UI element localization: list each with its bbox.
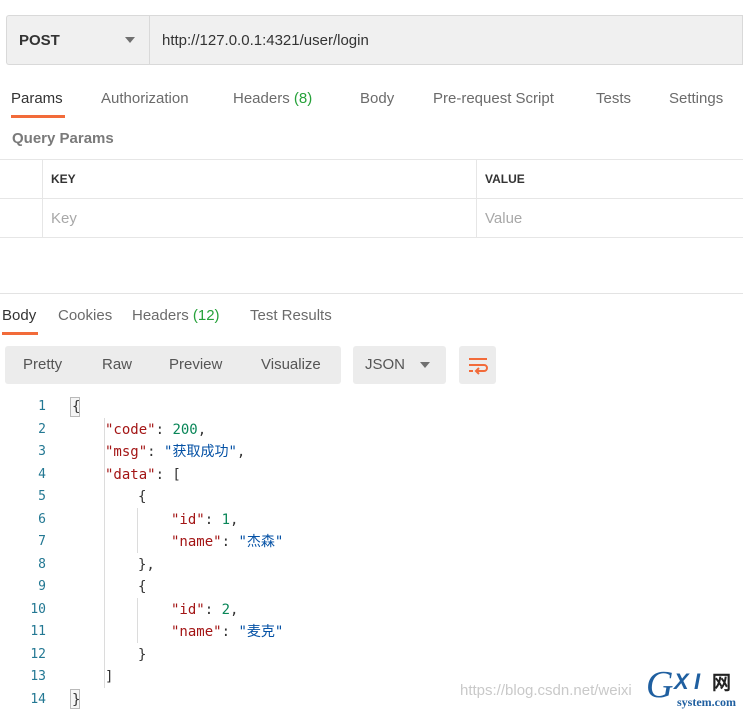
code-line: 8}, [0,554,743,577]
line-number: 7 [38,534,46,549]
response-tab-body[interactable]: Body [2,299,39,335]
headers-count: (8) [293,90,313,107]
tab-body[interactable]: Body [360,82,394,118]
code-line: 6 "id": 1, [0,509,743,532]
value-column-header: VALUE [485,172,525,186]
code-line: 9{ [0,576,743,599]
method-select[interactable]: POST [6,15,149,65]
code-text: { [138,489,147,505]
key-input[interactable]: Key [43,199,477,237]
code-line: 4 "data": [ [0,464,743,487]
wrap-lines-icon [468,358,488,375]
code-line: 2 "code": 200, [0,419,743,442]
code-lines: 1{2 "code": 200, 3 "msg": "获取成功", 4 "data": [… [0,396,743,711]
code-line: 11 "name": "麦克" [0,621,743,644]
code-text: } [138,646,147,663]
line-number: 2 [38,421,46,437]
tab-headers[interactable]: Headers (8) [233,82,312,118]
line-number: 1 [38,399,46,414]
response-tab-test-results[interactable]: Test Results [250,299,332,335]
code-line: 7 "name": "杰森" [0,531,743,554]
response-body-editor[interactable]: 1{2 "code": 200, 3 "msg": "获取成功", 4 "data": [… [0,396,743,711]
key-column-header: KEY [51,172,76,186]
checkbox-column [0,160,43,198]
method-label: POST [19,31,60,49]
tab-authorization[interactable]: Authorization [101,82,189,118]
value-placeholder: Value [485,209,523,227]
tab-pre-request-script[interactable]: Pre-request Script [433,82,554,118]
url-input[interactable]: http://127.0.0.1:4321/user/login [149,15,743,65]
code-line: 12} [0,644,743,667]
line-number: 4 [38,466,46,482]
view-mode-group: Pretty Raw Preview Visualize [5,346,341,384]
code-text: "id": 2, [171,601,239,618]
line-number: 11 [30,624,46,639]
code-text: } [72,691,81,708]
row-checkbox-cell [0,199,43,237]
line-number: 13 [30,669,46,684]
code-text: }, [138,556,155,573]
code-text: "msg": "获取成功", [105,444,246,460]
line-number: 3 [38,444,46,459]
code-line: 1{ [0,396,743,419]
format-select[interactable]: JSON [353,346,446,384]
format-label: JSON [365,356,406,373]
line-number: 8 [38,556,46,572]
chevron-down-icon [420,362,430,368]
visualize-button[interactable]: Visualize [261,346,321,384]
raw-button[interactable]: Raw [102,346,132,384]
value-input[interactable]: Value [477,199,743,237]
response-headers-count: (12) [192,307,220,324]
code-text: ] [105,669,114,685]
request-tabs: Params Authorization Headers (8) Body Pr… [0,82,743,118]
tab-tests[interactable]: Tests [596,82,631,118]
key-placeholder: Key [51,209,77,227]
table-row: Key Value [0,199,743,238]
pane-divider[interactable] [0,293,743,294]
gxi-logo-icon: G X I 网 system.com [646,664,736,709]
request-bar: POST http://127.0.0.1:4321/user/login [6,15,743,65]
svg-text:网: 网 [712,672,731,694]
line-number: 10 [30,601,46,617]
watermark-text: https://blog.csdn.net/weixi [460,682,632,699]
svg-text:G: G [646,664,673,706]
table-header-row: KEY VALUE [0,160,743,199]
line-number: 14 [30,691,46,707]
svg-text:I: I [694,669,701,694]
wrap-lines-button[interactable] [459,346,496,384]
code-line: 3 "msg": "获取成功", [0,441,743,464]
code-text: { [72,399,81,415]
site-logo: G X I 网 system.com [644,664,743,711]
chevron-down-icon [125,37,135,43]
code-text: "name": "杰森" [171,534,284,550]
tab-params[interactable]: Params [11,82,65,118]
preview-button[interactable]: Preview [169,346,222,384]
query-params-table: KEY VALUE Key Value [0,159,743,238]
code-line: 5{ [0,486,743,509]
line-number: 5 [38,489,46,504]
line-number: 9 [38,579,46,594]
svg-text:system.com: system.com [677,695,736,709]
code-text: "name": "麦克" [171,624,284,640]
code-text: "code": 200, [105,421,207,438]
code-text: "id": 1, [171,511,239,528]
code-text: { [138,579,147,595]
code-text: "data": [ [105,466,181,483]
query-params-title: Query Params [12,130,114,147]
line-number: 6 [38,511,46,527]
response-tab-headers[interactable]: Headers (12) [132,299,220,335]
response-tabs: Body Cookies Headers (12) Test Results [0,299,743,335]
code-line: 10 "id": 2, [0,599,743,622]
line-number: 12 [30,646,46,662]
svg-text:X: X [672,669,690,694]
pretty-button[interactable]: Pretty [23,346,62,384]
response-tab-cookies[interactable]: Cookies [58,299,112,335]
tab-settings[interactable]: Settings [669,82,723,118]
